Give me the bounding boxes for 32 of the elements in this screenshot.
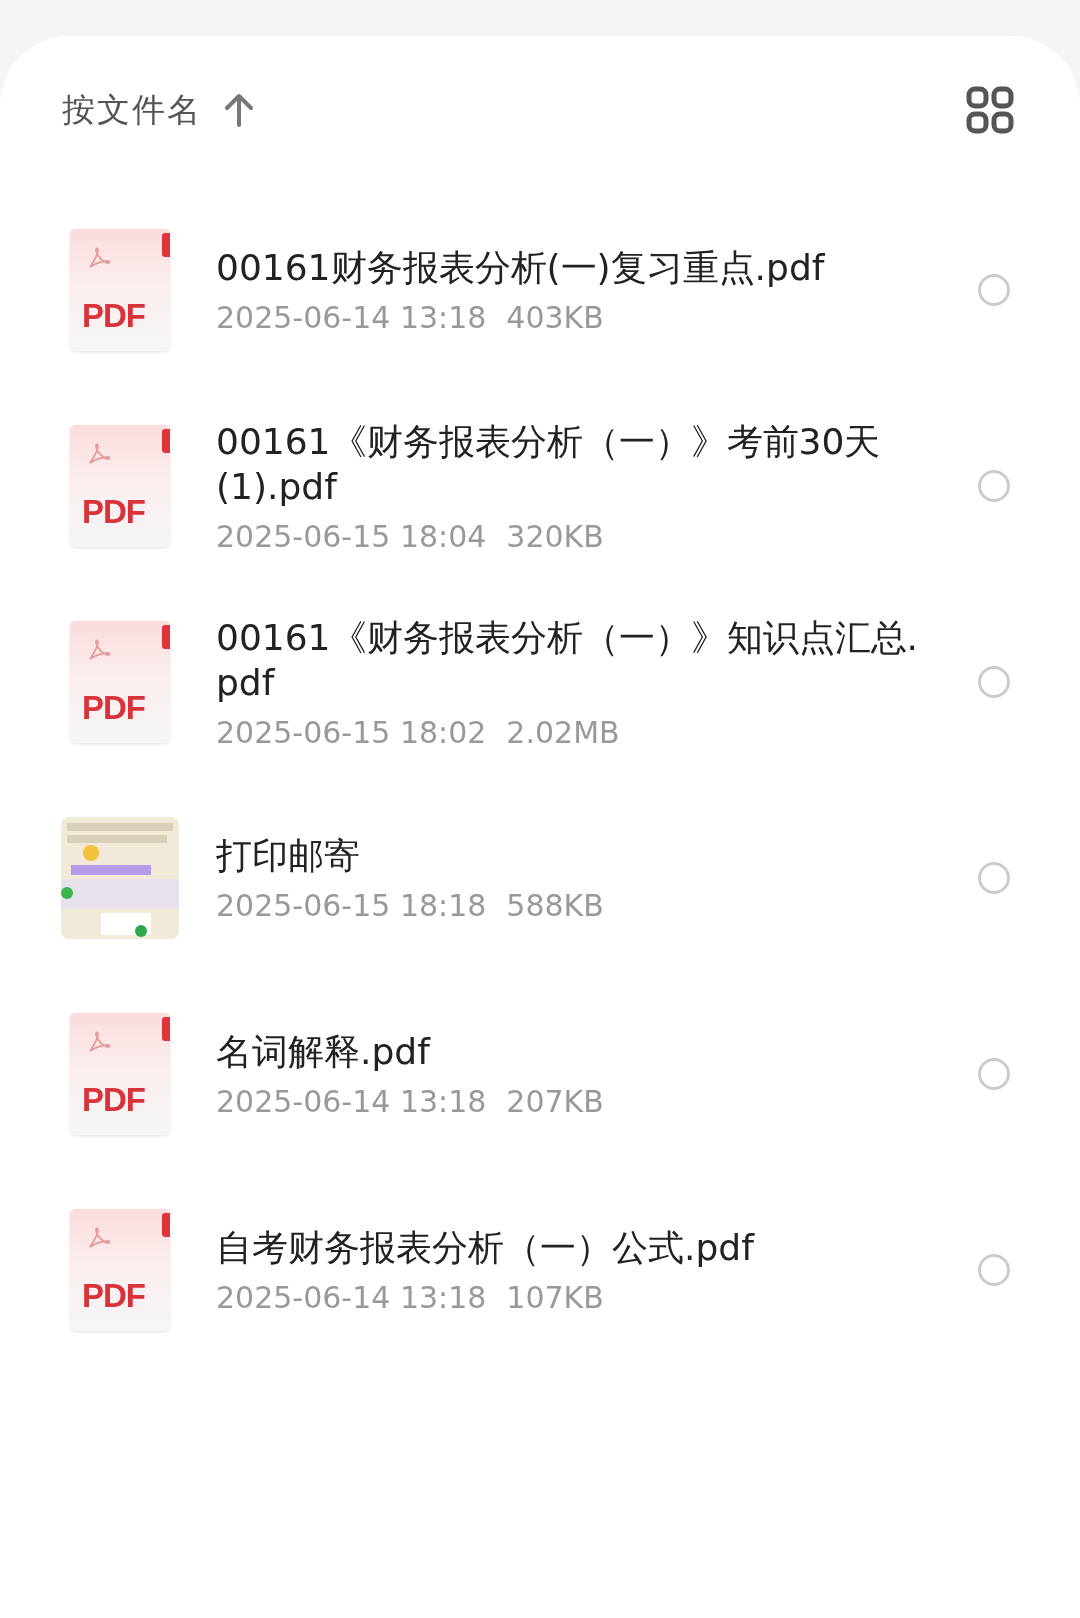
file-name[interactable]: 自考财务报表分析（一）公式.pdf — [216, 1225, 918, 1270]
file-name[interactable]: 00161《财务报表分析（一）》知识点汇总.pdf — [216, 614, 918, 705]
select-radio[interactable] — [978, 470, 1010, 502]
file-name[interactable]: 00161《财务报表分析（一）》考前30天(1).pdf — [216, 418, 918, 509]
file-date: 2025-06-15 18:18 — [216, 888, 487, 923]
file-size: 588KB — [506, 888, 604, 923]
file-date: 2025-06-15 18:04 — [216, 518, 487, 554]
file-name[interactable]: 名词解释.pdf — [216, 1029, 918, 1074]
file-name[interactable]: 打印邮寄 — [216, 833, 918, 878]
select-radio[interactable] — [978, 666, 1010, 698]
file-name[interactable]: 00161财务报表分析(一)复习重点.pdf — [216, 245, 918, 290]
grid-view-icon[interactable] — [966, 86, 1014, 134]
file-size: 207KB — [506, 1084, 604, 1119]
select-radio[interactable] — [978, 1058, 1010, 1090]
select-radio[interactable] — [978, 274, 1010, 306]
file-size: 320KB — [506, 518, 604, 554]
select-radio[interactable] — [978, 862, 1010, 894]
file-size: 2.02MB — [506, 714, 620, 750]
pdf-file-icon: PDF — [70, 621, 170, 743]
select-radio[interactable] — [978, 1254, 1010, 1286]
sort-label[interactable]: 按文件名 — [62, 87, 202, 133]
sort-arrow-icon[interactable] — [224, 93, 254, 127]
pdf-file-icon: PDF — [70, 1209, 170, 1331]
pdf-file-icon: PDF — [70, 229, 170, 351]
pdf-file-icon: PDF — [70, 1013, 170, 1135]
file-size: 403KB — [506, 300, 604, 335]
pdf-file-icon: PDF — [70, 425, 170, 547]
file-date: 2025-06-14 13:18 — [216, 300, 487, 335]
file-date: 2025-06-15 18:02 — [216, 714, 487, 750]
file-date: 2025-06-14 13:18 — [216, 1084, 487, 1119]
file-date: 2025-06-14 13:18 — [216, 1280, 487, 1315]
file-size: 107KB — [506, 1280, 604, 1315]
